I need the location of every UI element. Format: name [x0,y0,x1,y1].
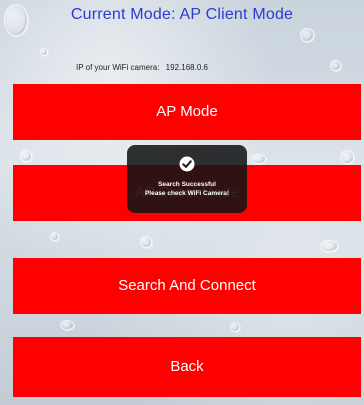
checkmark-icon [179,156,195,172]
water-drop [320,240,338,252]
ap-mode-button[interactable]: AP Mode [13,84,361,140]
back-button[interactable]: Back [13,337,361,397]
water-drop [250,154,266,164]
water-drop [60,320,74,330]
camera-ip-value: 192.168.0.6 [165,63,208,72]
camera-ip-line: IP of your WiFi camera: 192.168.0.6 [76,63,212,72]
water-drop [330,60,341,71]
search-and-connect-button[interactable]: Search And Connect [13,258,361,314]
camera-ip-label: IP of your WiFi camera: [76,63,160,72]
toast-title: Search Successful [158,181,216,188]
search-result-toast: Search Successful Please check WiFi Came… [127,145,247,213]
toast-message: Please check WiFi Camera! [144,190,230,197]
water-drop [300,28,314,42]
water-drop [50,232,59,241]
water-drop [140,236,152,248]
water-drop [340,150,354,164]
water-drop [40,48,48,56]
water-drop [230,322,240,332]
water-drop [20,150,32,162]
current-mode-title: Current Mode: AP Client Mode [70,6,294,23]
